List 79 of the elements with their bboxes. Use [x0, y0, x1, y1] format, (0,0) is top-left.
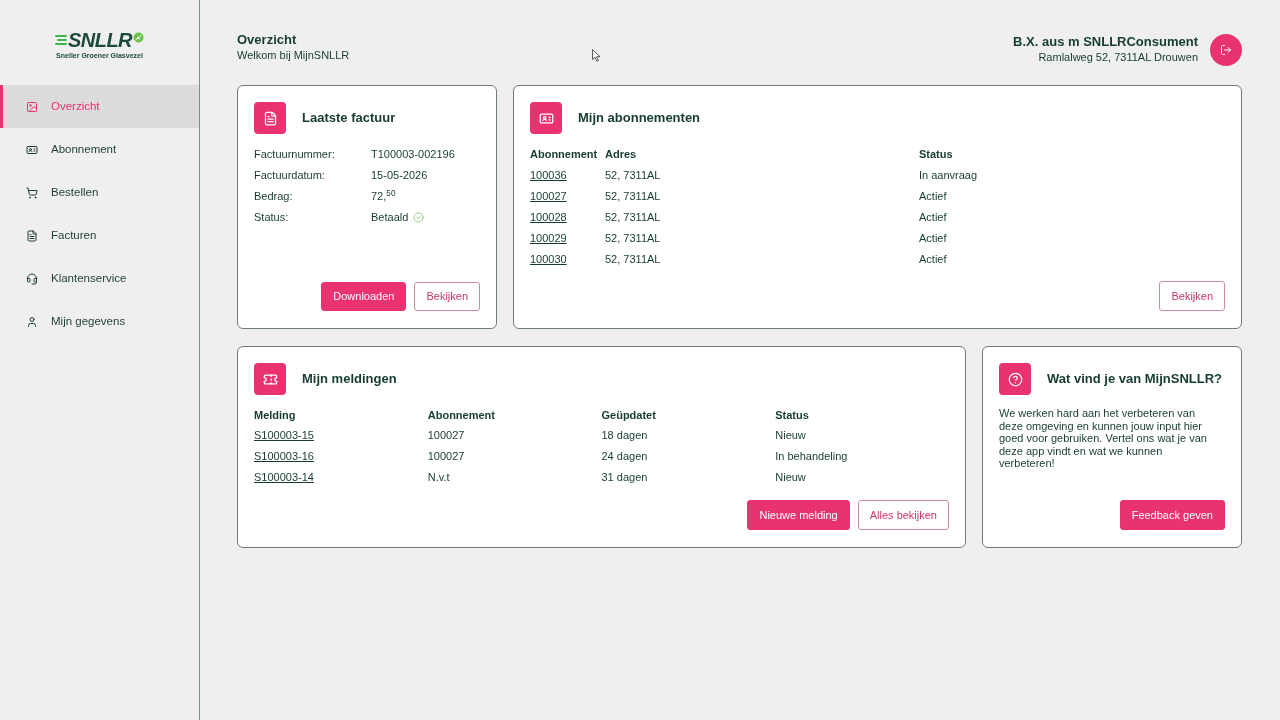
table-cell-text: Actief: [919, 231, 948, 247]
document-icon: [26, 229, 38, 242]
table-cell-text: In behandeling: [775, 449, 849, 465]
column-header: Abonnement: [427, 407, 496, 423]
field-label: Status:: [254, 210, 290, 226]
column-header: Melding: [254, 407, 297, 423]
card-title: Wat vind je van MijnSNLLR?: [1047, 370, 1223, 389]
cart-icon: [26, 186, 38, 199]
table-cell-text: Nieuw: [775, 428, 807, 444]
help-icon: [999, 363, 1031, 395]
page-subtitle: Welkom bij MijnSNLLR: [237, 48, 350, 62]
table-cell-text: In aanvraag: [919, 168, 979, 184]
check-icon: [413, 212, 425, 223]
subscription-link[interactable]: 100027: [530, 188, 567, 205]
card-title: Mijn meldingen: [302, 370, 397, 389]
nav-item[interactable]: Abonnement: [0, 128, 199, 171]
page-title: Overzicht: [237, 32, 298, 48]
feedback-text: We werken hard aan het verbeteren van deze omgeving en kunnen jouw input hier goed voor gebruiken. Vertel ons wat je van deze app vindt en wat we kunnen verbeteren!: [999, 407, 1208, 470]
table-cell-text: 24 dagen: [601, 449, 649, 465]
subscription-link[interactable]: 100036: [530, 167, 567, 184]
notification-link[interactable]: S100003-14: [254, 469, 314, 486]
ticket-icon: [254, 363, 286, 395]
field-label: Bedrag:: [254, 189, 294, 205]
column-header: Adres: [605, 147, 638, 163]
view-button[interactable]: Bekijken: [414, 282, 480, 311]
subscription-link[interactable]: 100029: [530, 230, 567, 247]
nav-item[interactable]: Klantenservice: [0, 257, 199, 300]
table-cell-text: Nieuw: [775, 470, 807, 486]
nav-item[interactable]: Facturen: [0, 214, 199, 257]
view-all-button[interactable]: Alles bekijken: [857, 500, 949, 530]
table-cell-text: N.v.t: [427, 470, 451, 486]
document-icon: [254, 102, 286, 134]
table-cell-text: 31 dagen: [601, 470, 649, 486]
card-title: Mijn abonnementen: [578, 109, 701, 128]
table-cell-text: 18 dagen: [601, 428, 649, 444]
id-card-icon: [26, 143, 38, 156]
user-address: Ramlalweg 52, 7311AL Drouwen: [1038, 50, 1198, 64]
field-value: 72,$^{50}$: [371, 188, 396, 205]
nav-item[interactable]: Bestellen: [0, 171, 199, 214]
table-cell-text: Actief: [919, 252, 948, 268]
subscription-link[interactable]: 100030: [530, 251, 567, 268]
field-label: Factuurdatum:: [254, 168, 326, 184]
subscription-link[interactable]: 100028: [530, 209, 567, 226]
picture-icon: [26, 100, 38, 113]
table-cell-text: 100027: [427, 449, 466, 465]
table-cell-text: 52, 7311AL: [605, 231, 662, 247]
logout-icon: [1220, 44, 1232, 56]
table-cell-text: 52, 7311AL: [605, 168, 662, 184]
field-label: Factuurnummer:: [254, 147, 336, 163]
logo-wordmark: SNLLR: [67, 30, 133, 50]
leaf-icon: [133, 31, 145, 43]
view-button[interactable]: Bekijken: [1159, 281, 1225, 311]
speed-lines-icon: [54, 34, 67, 46]
column-header: Status: [919, 147, 954, 163]
logout-button[interactable]: [1210, 34, 1242, 66]
user-name: B.X. aus m SNLLRConsument: [1013, 34, 1198, 50]
field-value: 15-05-2026: [371, 168, 428, 184]
id-card-icon: [530, 102, 562, 134]
new-notification-button[interactable]: Nieuwe melding: [747, 500, 850, 530]
feedback-button[interactable]: Feedback geven: [1119, 500, 1225, 530]
table-cell-text: 52, 7311AL: [605, 210, 662, 226]
download-button[interactable]: Downloaden: [321, 282, 407, 311]
table-cell-text: Actief: [919, 189, 948, 205]
table-cell-text: 52, 7311AL: [605, 189, 662, 205]
column-header: Abonnement: [530, 147, 599, 163]
field-value: T100003-002196: [371, 147, 455, 163]
card-title: Laatste factuur: [302, 109, 396, 128]
column-header: Geüpdatet: [601, 407, 657, 423]
table-cell-text: Actief: [919, 210, 948, 226]
notification-link[interactable]: S100003-15: [254, 427, 314, 444]
column-header: Status: [775, 407, 810, 423]
table-cell-text: 100027: [427, 428, 466, 444]
user-icon: [26, 315, 38, 328]
field-value: Betaald: [371, 210, 409, 226]
table-cell-text: 52, 7311AL: [605, 252, 662, 268]
mouse-cursor-icon: [592, 49, 601, 62]
headset-icon: [26, 272, 38, 285]
nav-item[interactable]: Mijn gegevens: [0, 300, 199, 343]
notification-link[interactable]: S100003-16: [254, 448, 314, 465]
